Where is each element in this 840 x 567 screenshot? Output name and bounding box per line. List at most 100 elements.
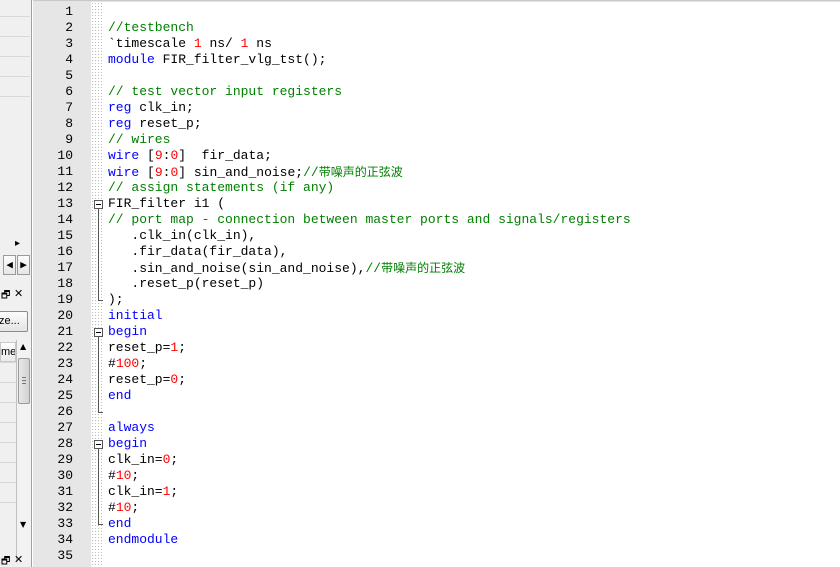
code-text[interactable]: clk_in=0; [108,452,178,468]
line-number: 30 [57,468,73,483]
code-text[interactable]: ); [108,292,124,308]
line-number: 22 [57,340,73,355]
code-text[interactable]: always [108,420,155,436]
code-line[interactable]: 35 [33,548,840,564]
code-text[interactable]: .reset_p(reset_p) [108,276,264,292]
name-column-header[interactable]: me [0,342,16,362]
code-line[interactable]: 34 endmodule [33,532,840,548]
code-text[interactable]: endmodule [108,532,178,548]
code-token: module [108,52,155,67]
code-line[interactable]: 2 //testbench [33,20,840,36]
code-line[interactable]: 15 .clk_in(clk_in), [33,228,840,244]
code-line[interactable]: 22 reset_p=1; [33,340,840,356]
line-number: 12 [57,180,73,195]
scroll-right-button[interactable]: ▶ [17,255,30,275]
code-line[interactable]: 33 end [33,516,840,532]
fold-end-tick [98,300,103,301]
code-text[interactable]: .fir_data(fir_data), [108,244,287,260]
scroll-right-small-icon[interactable]: ▸ [15,238,20,249]
close-icon[interactable]: ✕ [14,287,23,300]
code-text[interactable]: reg reset_p; [108,116,202,132]
code-text[interactable]: FIR_filter i1 ( [108,196,225,212]
scroll-down-icon[interactable]: ▼ [20,520,26,529]
code-text[interactable]: #10; [108,500,139,516]
code-text[interactable]: reg clk_in; [108,100,194,116]
code-text[interactable]: // assign statements (if any) [108,180,334,196]
code-text[interactable]: end [108,516,131,532]
restore-window-icon[interactable]: 🗗 [1,288,10,305]
code-line[interactable]: 29 clk_in=0; [33,452,840,468]
code-line[interactable]: 23 #100; [33,356,840,372]
code-text[interactable]: reset_p=1; [108,340,186,356]
code-line[interactable]: 27 always [33,420,840,436]
triangle-right-icon: ▶ [20,260,27,272]
vertical-scrollbar[interactable]: ▲ ▼ [16,340,31,560]
scroll-up-icon[interactable]: ▲ [20,342,26,351]
code-token: ; [139,356,148,371]
scrollbar-thumb[interactable] [18,358,30,404]
code-text[interactable]: begin [108,324,147,340]
code-text[interactable]: .clk_in(clk_in), [108,228,256,244]
code-line[interactable]: 5 [33,68,840,84]
fold-toggle-icon[interactable] [94,440,103,449]
fold-toggle-icon[interactable] [94,328,103,337]
fold-toggle-icon[interactable] [94,200,103,209]
code-text[interactable]: // test vector input registers [108,84,342,100]
code-text[interactable]: reset_p=0; [108,372,186,388]
code-text[interactable]: `timescale 1 ns/ 1 ns [108,36,272,52]
code-line[interactable]: 30 #10; [33,468,840,484]
code-line[interactable]: 19); [33,292,840,308]
code-text[interactable]: wire [9:0] sin_and_noise;//带噪声的正弦波 [108,164,403,181]
close-icon[interactable]: ✕ [14,553,23,566]
code-line[interactable]: 21 begin [33,324,840,340]
code-line[interactable]: 7 reg clk_in; [33,100,840,116]
code-line[interactable]: 16 .fir_data(fir_data), [33,244,840,260]
code-line[interactable]: 24 reset_p=0; [33,372,840,388]
code-token: ; [178,340,187,355]
code-line[interactable]: 1 [33,4,840,20]
code-line[interactable]: 8 reg reset_p; [33,116,840,132]
code-text[interactable]: initial [108,308,163,324]
code-line[interactable]: 13 FIR_filter i1 ( [33,196,840,212]
code-line[interactable]: 9 // wires [33,132,840,148]
code-line[interactable]: 32 #10; [33,500,840,516]
line-number: 4 [65,52,73,67]
code-text[interactable]: clk_in=1; [108,484,178,500]
code-line[interactable]: 17 .sin_and_noise(sin_and_noise),//带噪声的正… [33,260,840,276]
line-number: 3 [65,36,73,51]
code-line[interactable]: 12 // assign statements (if any) [33,180,840,196]
code-line[interactable]: 28 begin [33,436,840,452]
code-line[interactable]: 11 wire [9:0] sin_and_noise;//带噪声的正弦波 [33,164,840,180]
code-text[interactable]: wire [9:0] fir_data; [108,148,272,164]
code-line[interactable]: 6 // test vector input registers [33,84,840,100]
code-line[interactable]: 3 `timescale 1 ns/ 1 ns [33,36,840,52]
code-text[interactable]: //testbench [108,20,194,36]
panel-gridline [0,482,16,483]
line-number: 23 [57,356,73,371]
restore-window-icon[interactable]: 🗗 [1,554,10,567]
code-token: reset_p= [108,372,171,387]
code-line[interactable]: 31 clk_in=1; [33,484,840,500]
code-text[interactable]: .sin_and_noise(sin_and_noise),//带噪声的正弦波 [108,260,465,277]
code-text[interactable]: #100; [108,356,147,372]
code-line[interactable]: 25 end [33,388,840,404]
code-token: ); [108,292,124,307]
code-line[interactable]: 26 [33,404,840,420]
code-text[interactable]: module FIR_filter_vlg_tst(); [108,52,326,68]
code-line[interactable]: 20 initial [33,308,840,324]
size-button[interactable]: ze... [0,311,28,332]
code-line[interactable]: 14 // port map - connection between maste… [33,212,840,228]
fold-range-line [98,449,99,524]
code-text[interactable]: #10; [108,468,139,484]
code-line[interactable]: 10 wire [9:0] fir_data; [33,148,840,164]
code-text[interactable]: begin [108,436,147,452]
code-editor[interactable]: 1 2//testbench 3 `timescale 1 ns/ 1 ns 4 modu… [33,0,840,567]
scroll-left-button[interactable]: ◀ [3,255,16,275]
code-line[interactable]: 4 module FIR_filter_vlg_tst(); [33,52,840,68]
code-token: // assign statements (if any) [108,180,335,195]
code-token: ] fir_data; [178,148,272,163]
code-text[interactable]: // wires [108,132,170,148]
code-text[interactable]: // port map - connection between master … [108,212,631,228]
code-line[interactable]: 18 .reset_p(reset_p) [33,276,840,292]
code-text[interactable]: end [108,388,131,404]
